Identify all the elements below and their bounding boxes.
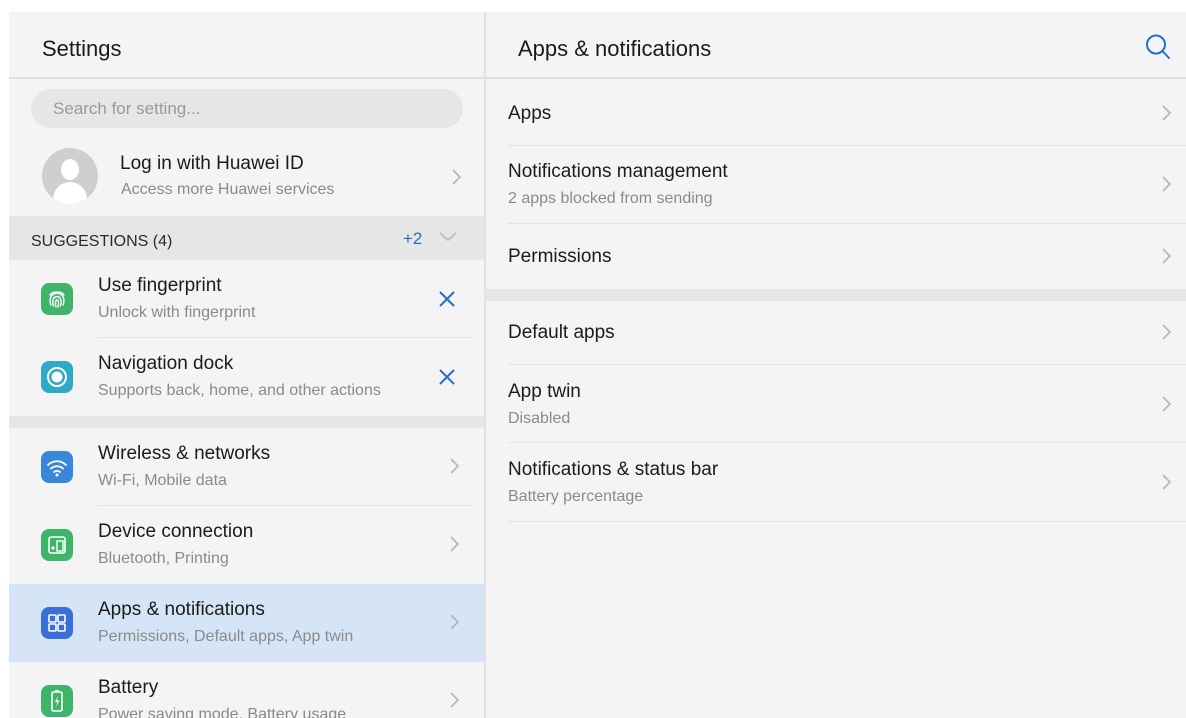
huawei-id-login[interactable]: Log in with Huawei ID Access more Huawei… xyxy=(9,140,484,216)
sidebar-item-device-connection[interactable]: Device connection Bluetooth, Printing xyxy=(9,506,484,584)
sidebar-item-battery[interactable]: Battery Power saving mode, Battery usage xyxy=(9,662,484,718)
suggestion-use-fingerprint[interactable]: Use fingerprint Unlock with fingerprint xyxy=(9,260,484,338)
chevron-right-icon xyxy=(445,610,465,634)
menu-item-title: Notifications management xyxy=(508,161,728,182)
menu-item-notifications-management[interactable]: Notifications management 2 apps blocked … xyxy=(486,146,1186,224)
section-divider xyxy=(9,416,484,428)
avatar xyxy=(42,148,98,204)
sidebar-item-wireless-networks[interactable]: Wireless & networks Wi-Fi, Mobile data xyxy=(9,428,484,506)
chevron-right-icon xyxy=(1157,172,1177,196)
chevron-right-icon xyxy=(1157,392,1177,416)
search-placeholder: Search for setting... xyxy=(53,99,201,118)
sidebar-item-subtitle: Wi-Fi, Mobile data xyxy=(98,472,227,489)
chevron-right-icon xyxy=(445,688,465,712)
menu-item-title: Permissions xyxy=(508,246,612,267)
settings-sidebar: Settings Search for setting... Log in wi… xyxy=(9,12,484,718)
menu-item-title: Default apps xyxy=(508,322,615,343)
suggestions-more-count[interactable]: +2 xyxy=(403,229,422,249)
chevron-right-icon xyxy=(445,532,465,556)
suggestions-header: SUGGESTIONS (4) +2 xyxy=(9,216,484,260)
chevron-right-icon xyxy=(445,454,465,478)
sidebar-item-apps-notifications[interactable]: Apps & notifications Permissions, Defaul… xyxy=(9,584,484,662)
wifi-icon xyxy=(41,451,73,483)
sidebar-item-title: Apps & notifications xyxy=(98,599,265,620)
menu-item-title: App twin xyxy=(508,381,581,402)
menu-item-subtitle: Battery percentage xyxy=(508,488,644,505)
menu-item-app-twin[interactable]: App twin Disabled xyxy=(486,365,1186,443)
detail-pane: Apps & notifications Apps Notifications … xyxy=(486,12,1186,718)
page-title: Apps & notifications xyxy=(518,36,712,61)
suggestions-label: SUGGESTIONS (4) xyxy=(31,233,173,250)
sidebar-item-subtitle: Power saving mode, Battery usage xyxy=(98,706,347,718)
chevron-right-icon xyxy=(1157,470,1177,494)
detail-header: Apps & notifications xyxy=(486,12,1186,79)
section-divider xyxy=(486,289,1186,301)
menu-item-subtitle: Disabled xyxy=(508,410,571,427)
sidebar-item-subtitle: Bluetooth, Printing xyxy=(98,550,229,567)
sidebar-title: Settings xyxy=(42,36,122,61)
menu-item-title: Apps xyxy=(508,103,552,124)
navigation-dock-icon xyxy=(41,361,73,393)
fingerprint-icon xyxy=(41,283,73,315)
search-input[interactable]: Search for setting... xyxy=(31,89,463,128)
menu-item-default-apps[interactable]: Default apps xyxy=(486,301,1186,365)
search-icon[interactable] xyxy=(1143,32,1173,62)
suggestion-title: Use fingerprint xyxy=(98,275,222,296)
suggestion-navigation-dock[interactable]: Navigation dock Supports back, home, and… xyxy=(9,338,484,416)
chevron-right-icon xyxy=(1157,320,1177,344)
chevron-right-icon xyxy=(1157,101,1177,125)
dismiss-close-icon[interactable] xyxy=(436,366,458,388)
chevron-right-icon xyxy=(1157,244,1177,268)
chevron-down-icon[interactable] xyxy=(437,230,459,249)
suggestion-title: Navigation dock xyxy=(98,353,234,374)
sidebar-item-title: Wireless & networks xyxy=(98,443,271,464)
settings-window: Settings Search for setting... Log in wi… xyxy=(9,12,1186,718)
dismiss-close-icon[interactable] xyxy=(436,288,458,310)
menu-item-subtitle: 2 apps blocked from sending xyxy=(508,190,713,207)
chevron-right-icon xyxy=(447,165,467,189)
menu-item-permissions[interactable]: Permissions xyxy=(486,224,1186,289)
login-title: Log in with Huawei ID xyxy=(120,153,304,174)
sidebar-item-title: Device connection xyxy=(98,521,254,542)
battery-icon xyxy=(41,685,73,717)
menu-item-notifications-status-bar[interactable]: Notifications & status bar Battery perce… xyxy=(486,443,1186,522)
menu-item-apps[interactable]: Apps xyxy=(486,81,1186,146)
sidebar-item-subtitle: Permissions, Default apps, App twin xyxy=(98,628,354,645)
sidebar-item-title: Battery xyxy=(98,677,159,698)
suggestion-subtitle: Unlock with fingerprint xyxy=(98,304,256,321)
suggestion-subtitle: Supports back, home, and other actions xyxy=(98,382,381,399)
apps-icon xyxy=(41,607,73,639)
device-connection-icon xyxy=(41,529,73,561)
menu-item-title: Notifications & status bar xyxy=(508,459,719,480)
sidebar-header: Settings xyxy=(9,12,484,79)
login-subtitle: Access more Huawei services xyxy=(121,181,335,198)
